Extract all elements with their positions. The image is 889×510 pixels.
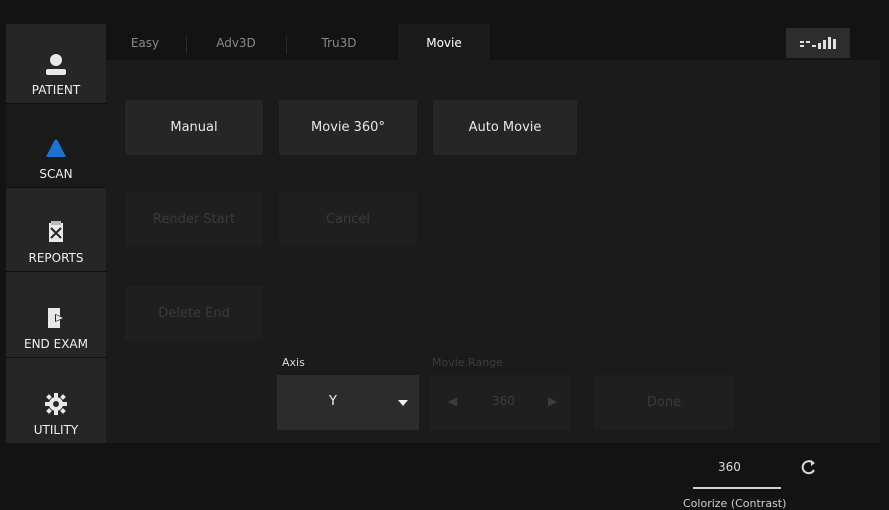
axis-dropdown[interactable]: Y [277, 375, 419, 430]
decrease-icon[interactable]: ◀ [448, 394, 457, 408]
nav-item-label: END EXAM [24, 337, 88, 351]
probe-icon [46, 139, 66, 157]
nav-item-utility[interactable]: UTILITY [6, 358, 106, 444]
nav-item-end-exam[interactable]: END EXAM [6, 272, 106, 358]
nav-item-label: SCAN [39, 167, 73, 181]
movie-range-label: Movie Range [432, 356, 503, 369]
tab-movie[interactable]: Movie [398, 24, 490, 64]
delete-end-button[interactable]: Delete End [125, 286, 263, 341]
done-button[interactable]: Done [594, 375, 734, 430]
nav-item-patient[interactable]: PATIENT [6, 24, 106, 104]
gear-icon [45, 393, 67, 415]
auto-movie-button[interactable]: Auto Movie [433, 100, 577, 155]
cancel-button[interactable]: Cancel [279, 192, 417, 247]
nav-item-label: REPORTS [28, 251, 84, 265]
tab-divider [286, 36, 287, 54]
stepper-value: 360 [492, 394, 515, 408]
nav-item-label: PATIENT [31, 83, 81, 97]
reset-icon[interactable] [800, 458, 818, 476]
chevron-down-icon [398, 400, 408, 406]
tab-divider [186, 36, 187, 54]
report-icon [49, 221, 63, 242]
colorize-value: 360 [718, 460, 741, 474]
tab-adv3d[interactable]: Adv3D [196, 24, 276, 64]
colorize-label: Colorize (Contrast) [683, 497, 787, 510]
nav-item-label: UTILITY [33, 423, 79, 437]
left-nav: PATIENT SCAN REPORTS END EXAM UTILITY [6, 24, 106, 444]
tab-easy[interactable]: Easy [110, 24, 180, 64]
axis-value: Y [329, 394, 337, 409]
nav-item-reports[interactable]: REPORTS [6, 188, 106, 272]
movie-360-button[interactable]: Movie 360° [279, 100, 417, 155]
colorize-slider[interactable] [693, 487, 781, 489]
movie-range-stepper[interactable]: ◀ 360 ▶ [430, 375, 570, 430]
manual-button[interactable]: Manual [125, 100, 263, 155]
render-start-button[interactable]: Render Start [125, 192, 263, 247]
increase-icon[interactable]: ▶ [548, 394, 557, 408]
axis-label: Axis [282, 356, 305, 369]
exit-icon [48, 308, 65, 328]
tab-tru3d[interactable]: Tru3D [296, 24, 382, 64]
person-icon [46, 54, 66, 75]
levels-icon [800, 37, 836, 49]
nav-item-scan[interactable]: SCAN [6, 104, 106, 188]
levels-button[interactable] [786, 28, 850, 58]
